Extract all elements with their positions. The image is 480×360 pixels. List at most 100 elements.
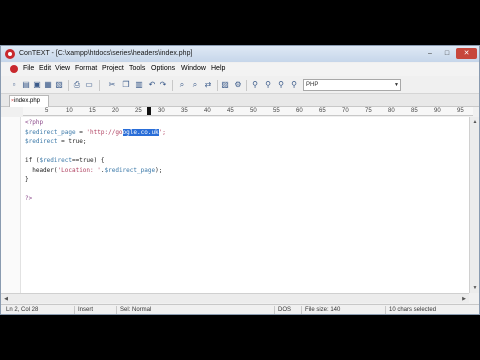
find-icon[interactable]: ⌕ (177, 80, 187, 90)
language-select[interactable]: PHP ▼ (303, 79, 401, 91)
ruler-label: 50 (250, 108, 257, 114)
save-icon[interactable]: ▣ (32, 80, 42, 90)
code-line[interactable]: if ($redirect==true) { (25, 156, 166, 166)
code-text[interactable]: <?php $redirect_page = 'http://google.co.… (25, 118, 166, 204)
print-preview-icon[interactable]: ▭ (84, 80, 94, 90)
code-token: ); (155, 166, 163, 174)
code-line[interactable]: } (25, 175, 166, 185)
save-all-icon[interactable]: ▦ (43, 80, 53, 90)
line-gutter[interactable] (1, 117, 21, 293)
tab-close-icon[interactable]: × (11, 96, 14, 107)
ruler-label: 85 (411, 108, 418, 114)
toolbar: ▫ ▤ ▣ ▦ ▧ ⎙ ▭ ✂ ❐ ▥ ↶ ↷ ⌕ ⌕ ⇄ ▨ ⚙ ⚲ ⚲ ⚲ … (1, 77, 479, 94)
paste-icon[interactable]: ▥ (134, 80, 144, 90)
menu-window[interactable]: Window (181, 65, 206, 72)
chevron-down-icon: ▼ (394, 82, 399, 88)
title-bar[interactable]: ConTEXT - [C:\xampp\htdocs\series\header… (1, 46, 479, 62)
code-token: ?> (25, 195, 33, 202)
find-next-icon[interactable]: ⌕ (190, 80, 200, 90)
new-file-icon[interactable]: ▫ (9, 80, 19, 90)
menu-file[interactable]: File (23, 65, 34, 72)
status-bar: Ln 2, Col 28 Insert Sel: Normal DOS File… (1, 304, 479, 314)
ruler-label: 65 (319, 108, 326, 114)
print-icon[interactable]: ⎙ (72, 80, 82, 90)
document-menu-icon[interactable] (10, 65, 18, 73)
code-line[interactable]: <?php (25, 118, 166, 128)
selected-text: ogle.co.uk (122, 128, 159, 136)
replace-icon[interactable]: ⇄ (203, 80, 213, 90)
column-ruler: 5 10 15 20 25 30 35 40 45 50 55 60 65 70… (23, 107, 473, 116)
ruler-label: 25 (135, 108, 142, 114)
code-line[interactable]: ?> (25, 194, 166, 204)
horizontal-scrollbar[interactable]: ◀ ▶ (1, 293, 469, 303)
code-line[interactable] (25, 147, 166, 157)
maximize-button[interactable]: □ (439, 48, 455, 59)
menu-options[interactable]: Options (151, 65, 175, 72)
scroll-down-icon[interactable]: ▼ (471, 284, 479, 292)
code-line[interactable]: header('Location: '.$redirect_page); (25, 166, 166, 176)
code-token: $redirect (25, 138, 58, 145)
toolbar-separator (172, 80, 173, 91)
context-app-icon[interactable] (5, 49, 15, 59)
status-line-ending[interactable]: DOS (275, 306, 302, 314)
scroll-up-icon[interactable]: ▲ (471, 118, 479, 126)
code-token: ; (82, 138, 87, 145)
close-button[interactable]: ✕ (456, 48, 477, 59)
code-token: = (57, 138, 69, 145)
undo-icon[interactable]: ↶ (147, 80, 157, 90)
ruler-cursor-marker (147, 107, 151, 115)
ruler-label: 45 (227, 108, 234, 114)
status-selection-mode[interactable]: Sel: Normal (117, 306, 275, 314)
status-cursor-position: Ln 2, Col 28 (3, 306, 75, 314)
vertical-scrollbar[interactable]: ▲ ▼ (469, 117, 479, 293)
open-file-icon[interactable]: ▤ (21, 80, 31, 90)
ruler-label: 20 (112, 108, 119, 114)
ruler-label: 80 (388, 108, 395, 114)
code-token: ) { (93, 157, 105, 164)
menu-bar: File Edit View Format Project Tools Opti… (1, 63, 479, 76)
tab-strip: × index.php (1, 94, 479, 107)
code-token: true (79, 157, 94, 164)
menu-edit[interactable]: Edit (39, 65, 51, 72)
toolbar-separator (99, 80, 100, 91)
ruler-label: 90 (434, 108, 441, 114)
code-token: header( (25, 166, 58, 174)
scroll-right-icon[interactable]: ▶ (460, 295, 468, 303)
user-exec-2-icon[interactable]: ⚲ (263, 80, 273, 90)
cut-icon[interactable]: ✂ (107, 80, 117, 90)
ruler-label: 70 (342, 108, 349, 114)
user-exec-4-icon[interactable]: ⚲ (289, 80, 299, 90)
code-token: $redirect_page (104, 166, 156, 174)
redo-icon[interactable]: ↷ (158, 80, 168, 90)
settings-icon[interactable]: ⚙ (233, 80, 243, 90)
code-line[interactable]: $redirect_page = 'http://google.co.uk'; (25, 128, 166, 138)
highlighter-icon[interactable]: ▨ (220, 80, 230, 90)
language-select-value: PHP (306, 82, 319, 88)
menu-tools[interactable]: Tools (129, 65, 145, 72)
code-token: if ( (25, 157, 40, 164)
tab-index-php[interactable]: × index.php (9, 95, 49, 107)
close-file-icon[interactable]: ▧ (54, 80, 64, 90)
code-line[interactable] (25, 185, 166, 195)
user-exec-3-icon[interactable]: ⚲ (276, 80, 286, 90)
code-editor[interactable]: <?php $redirect_page = 'http://google.co.… (1, 117, 469, 293)
user-exec-1-icon[interactable]: ⚲ (250, 80, 260, 90)
code-token: 'http://go (86, 128, 123, 136)
scroll-left-icon[interactable]: ◀ (2, 295, 10, 303)
status-file-size: File size: 140 (302, 306, 386, 314)
menu-format[interactable]: Format (75, 65, 97, 72)
code-token: $redirect (39, 157, 72, 164)
window-title: ConTEXT - [C:\xampp\htdocs\series\header… (19, 50, 193, 57)
menu-help[interactable]: Help (211, 65, 225, 72)
copy-icon[interactable]: ❐ (121, 80, 131, 90)
menu-view[interactable]: View (55, 65, 70, 72)
minimize-button[interactable]: – (422, 48, 438, 59)
menu-project[interactable]: Project (102, 65, 124, 72)
ruler-label: 95 (457, 108, 464, 114)
ruler-label: 30 (158, 108, 165, 114)
status-insert-mode[interactable]: Insert (75, 306, 117, 314)
status-selected-chars: 10 chars selected (389, 307, 437, 313)
application-window: ConTEXT - [C:\xampp\htdocs\series\header… (0, 45, 480, 315)
code-token: = (75, 128, 87, 136)
code-line[interactable]: $redirect = true; (25, 137, 166, 147)
